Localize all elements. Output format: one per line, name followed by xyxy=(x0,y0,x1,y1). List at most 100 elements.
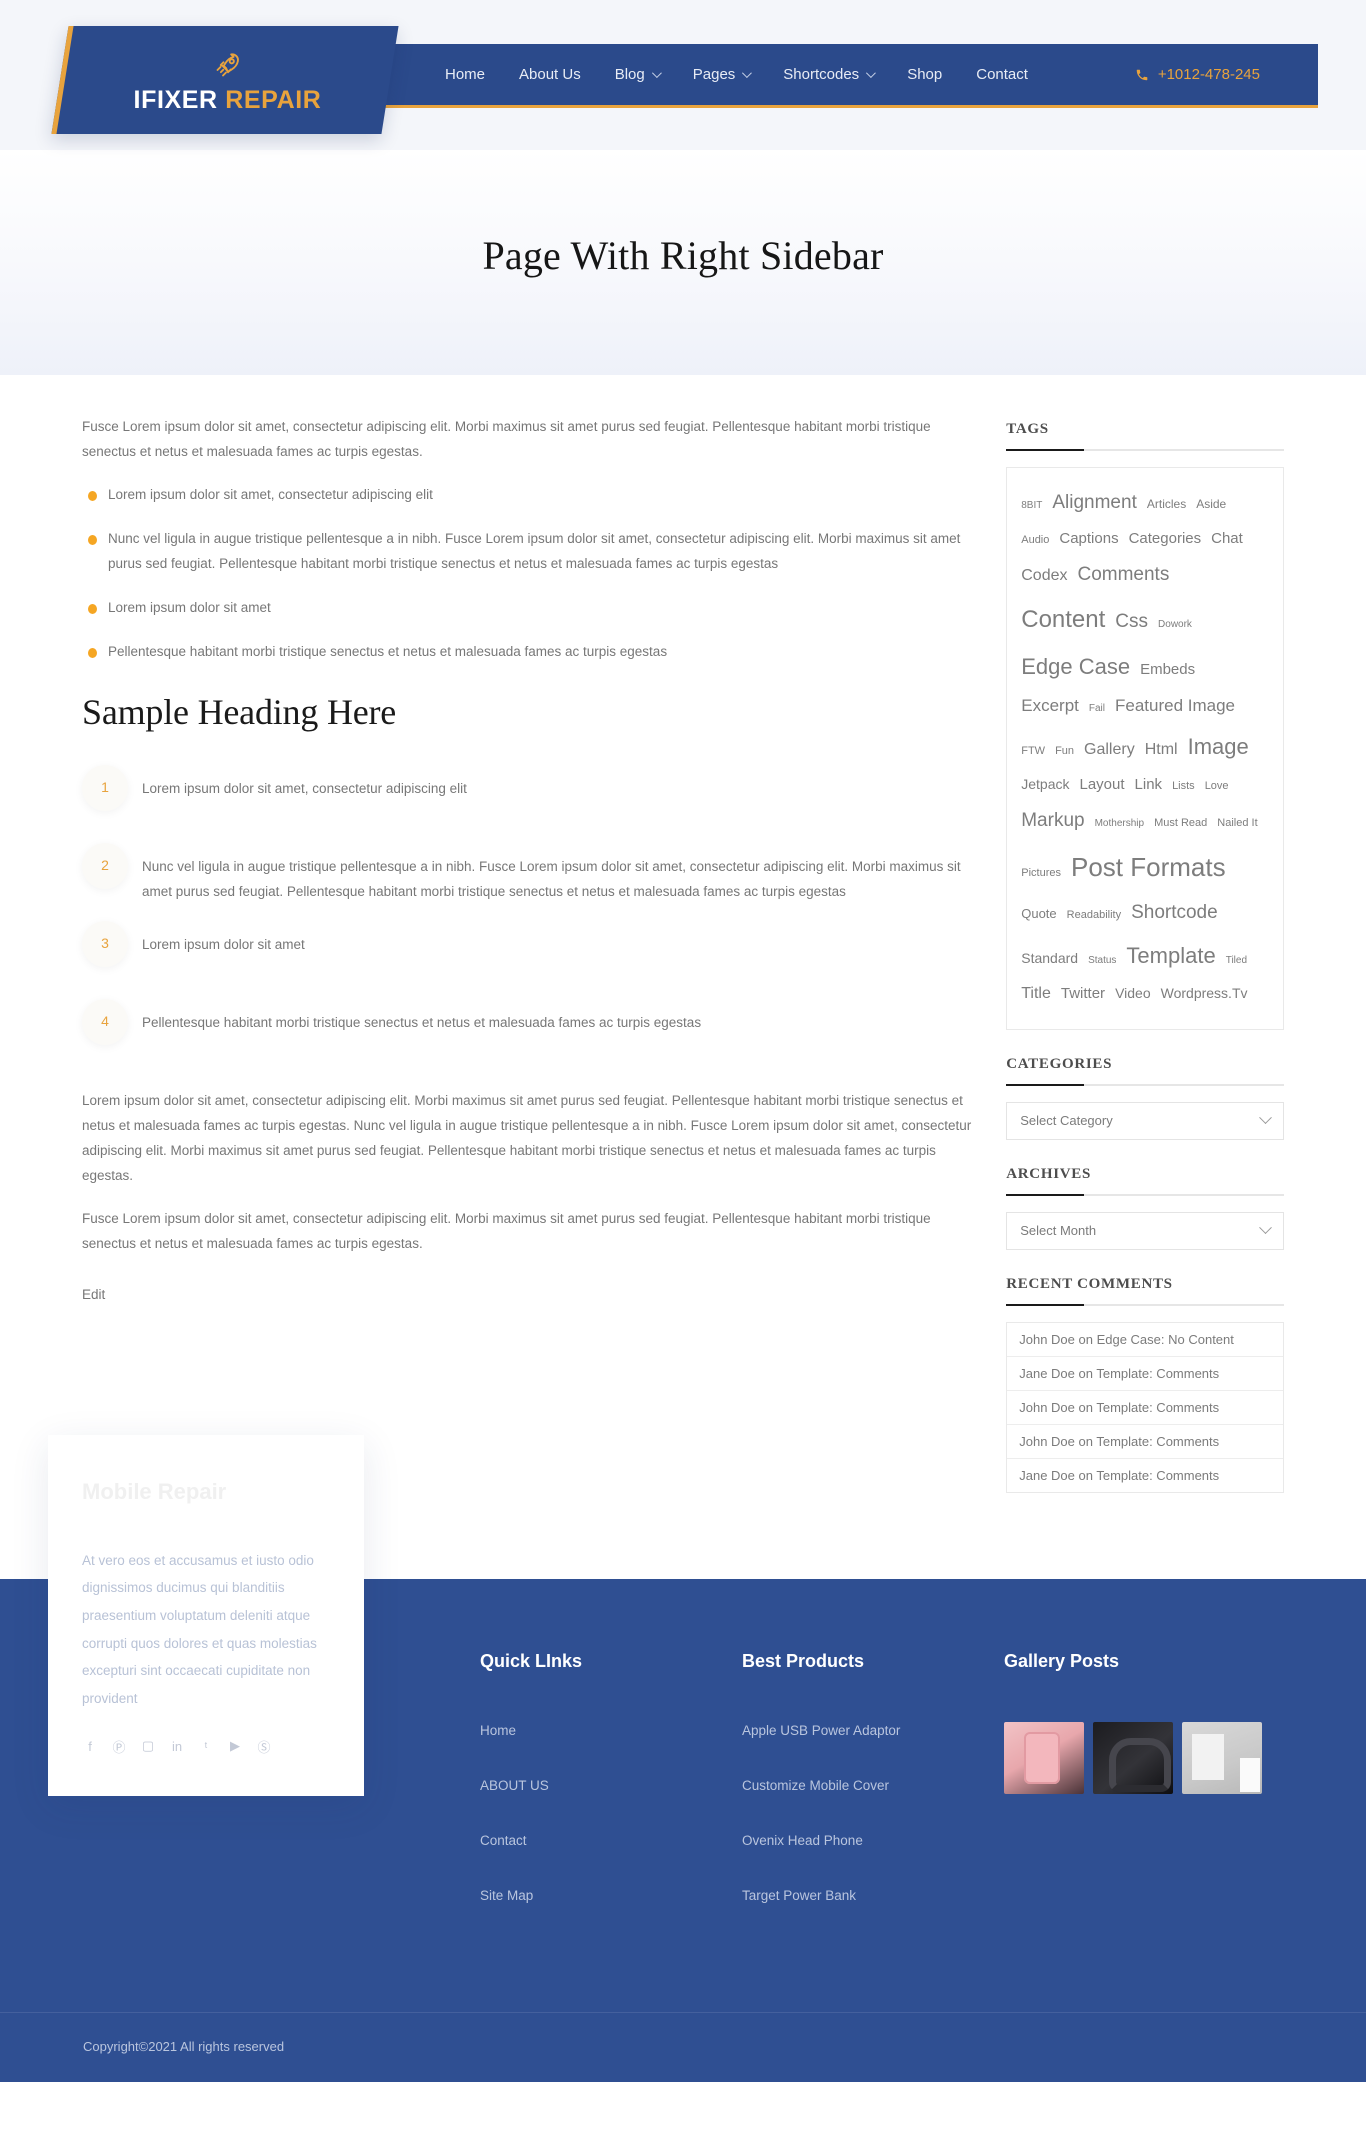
tag-link[interactable]: Audio xyxy=(1021,529,1049,552)
footer-gallery: Gallery Posts xyxy=(1004,1651,1304,1942)
facebook-icon[interactable]: f xyxy=(82,1739,98,1754)
list-item: Home xyxy=(480,1722,742,1740)
tag-link[interactable]: Template xyxy=(1126,933,1215,978)
tag-link[interactable]: Nailed It xyxy=(1217,812,1257,835)
twitter-icon[interactable]: ᵗ xyxy=(198,1739,214,1754)
list-item[interactable]: John Doe on Template: Comments xyxy=(1007,1425,1283,1459)
tag-link[interactable]: Content xyxy=(1021,595,1105,644)
nav-item-pages[interactable]: Pages xyxy=(676,66,767,83)
tag-link[interactable]: Codex xyxy=(1021,560,1067,593)
tag-link[interactable]: Love xyxy=(1205,775,1229,798)
widget-recent-comments: RECENT COMMENTS John Doe on Edge Case: N… xyxy=(1006,1276,1284,1493)
tag-link[interactable]: Lists xyxy=(1172,775,1195,798)
tag-link[interactable]: Twitter xyxy=(1061,979,1105,1010)
footer-link[interactable]: ABOUT US xyxy=(480,1778,549,1793)
footer-link[interactable]: Apple USB Power Adaptor xyxy=(742,1723,900,1738)
tag-link[interactable]: Edge Case xyxy=(1021,644,1130,689)
footer-link[interactable]: Customize Mobile Cover xyxy=(742,1778,889,1793)
tag-link[interactable]: Readability xyxy=(1067,904,1121,927)
footer-link[interactable]: Target Power Bank xyxy=(742,1888,856,1903)
tag-link[interactable]: 8BIT xyxy=(1021,496,1042,517)
tag-link[interactable]: Excerpt xyxy=(1021,689,1079,724)
tag-link[interactable]: Categories xyxy=(1129,524,1202,555)
tag-link[interactable]: Gallery xyxy=(1084,734,1135,767)
edit-link[interactable]: Edit xyxy=(82,1287,105,1302)
list-item[interactable]: John Doe on Edge Case: No Content xyxy=(1007,1323,1283,1357)
tag-link[interactable]: Standard xyxy=(1021,944,1078,973)
list-item: Site Map xyxy=(480,1887,742,1905)
tag-link[interactable]: Featured Image xyxy=(1115,689,1235,724)
tag-link[interactable]: Status xyxy=(1088,951,1116,972)
tag-link[interactable]: Fun xyxy=(1055,740,1074,763)
tag-link[interactable]: Shortcode xyxy=(1131,894,1218,933)
tag-link[interactable]: Aside xyxy=(1196,492,1226,517)
list-item[interactable]: Jane Doe on Template: Comments xyxy=(1007,1357,1283,1391)
category-select-value: Select Category xyxy=(1020,1113,1113,1129)
rocket-icon xyxy=(213,50,243,84)
tag-link[interactable]: Layout xyxy=(1079,770,1124,801)
tag-link[interactable]: Tiled xyxy=(1226,951,1247,972)
category-select[interactable]: Select Category xyxy=(1006,1101,1284,1140)
nav-item-shop[interactable]: Shop xyxy=(890,66,959,83)
tag-link[interactable]: Jetpack xyxy=(1021,770,1069,799)
nav-item-shortcodes[interactable]: Shortcodes xyxy=(766,66,890,83)
recent-comments-list: John Doe on Edge Case: No Content Jane D… xyxy=(1006,1321,1284,1493)
footer-link[interactable]: Site Map xyxy=(480,1888,533,1903)
nav-item-about-us[interactable]: About Us xyxy=(502,66,598,83)
white-charger-box-thumb[interactable] xyxy=(1182,1721,1262,1794)
nav-label: Contact xyxy=(976,66,1028,83)
footer-link[interactable]: Home xyxy=(480,1723,516,1738)
archive-select[interactable]: Select Month xyxy=(1006,1211,1284,1250)
widget-categories: CATEGORIES Select Category xyxy=(1006,1056,1284,1140)
tag-link[interactable]: Fail xyxy=(1089,699,1105,720)
list-number-badge: 4 xyxy=(82,998,128,1045)
tag-link[interactable]: Wordpress.Tv xyxy=(1161,979,1248,1008)
nav-item-home[interactable]: Home xyxy=(428,66,502,83)
tag-link[interactable]: Css xyxy=(1115,603,1148,642)
tag-link[interactable]: Mothership xyxy=(1095,814,1144,835)
footer-link[interactable]: Ovenix Head Phone xyxy=(742,1833,863,1848)
tag-link[interactable]: FTW xyxy=(1021,740,1045,763)
tag-link[interactable]: Must Read xyxy=(1154,812,1207,835)
youtube-icon[interactable]: ▶ xyxy=(227,1738,243,1754)
footer-column-title: Quick LInks xyxy=(480,1650,583,1671)
tag-link[interactable]: Markup xyxy=(1021,802,1084,841)
logo-text: IFIXER REPAIR xyxy=(134,86,322,115)
instagram-icon[interactable]: ▢ xyxy=(140,1738,156,1754)
tag-link[interactable]: Pictures xyxy=(1021,862,1061,885)
tag-link[interactable]: Alignment xyxy=(1052,484,1137,523)
page-title: Page With Right Sidebar xyxy=(482,233,884,278)
nav-label: Home xyxy=(445,66,486,83)
skype-icon[interactable]: Ⓢ xyxy=(256,1737,272,1756)
tag-link[interactable]: Post Formats xyxy=(1071,841,1226,894)
site-logo[interactable]: IFIXER REPAIR xyxy=(51,26,399,134)
tag-link[interactable]: Comments xyxy=(1077,556,1169,595)
nav-item-blog[interactable]: Blog xyxy=(598,66,676,83)
tag-link[interactable]: Title xyxy=(1021,978,1051,1011)
nav-label: Shortcodes xyxy=(783,66,860,83)
chevron-down-icon xyxy=(1259,1221,1272,1235)
tag-link[interactable]: Video xyxy=(1115,979,1151,1008)
linkedin-icon[interactable]: in xyxy=(169,1739,185,1754)
gallery-thumbnails xyxy=(1004,1721,1304,1794)
nav-menu: Home About Us Blog Pages Shortcodes Shop… xyxy=(428,66,1045,83)
pinterest-icon[interactable]: Ⓟ xyxy=(111,1737,127,1756)
content-shell: Fusce Lorem ipsum dolor sit amet, consec… xyxy=(48,375,1318,1519)
pink-phone-case-thumb[interactable] xyxy=(1004,1721,1084,1794)
tag-link[interactable]: Dowork xyxy=(1158,615,1192,636)
tag-link[interactable]: Html xyxy=(1145,734,1178,767)
tag-link[interactable]: Quote xyxy=(1021,901,1056,928)
tag-link[interactable]: Captions xyxy=(1059,524,1118,555)
list-item: Nunc vel ligula in augue tristique pelle… xyxy=(82,527,976,577)
tag-link[interactable]: Articles xyxy=(1147,492,1186,517)
black-headphones-thumb[interactable] xyxy=(1093,1721,1173,1794)
nav-item-contact[interactable]: Contact xyxy=(959,66,1045,83)
tag-link[interactable]: Image xyxy=(1188,724,1249,769)
tag-link[interactable]: Chat xyxy=(1211,524,1243,555)
tag-link[interactable]: Link xyxy=(1135,770,1163,801)
list-item[interactable]: Jane Doe on Template: Comments xyxy=(1007,1459,1283,1492)
footer-link[interactable]: Contact xyxy=(480,1833,527,1848)
header-phone[interactable]: +1012-478-245 xyxy=(1135,66,1260,83)
list-item[interactable]: John Doe on Template: Comments xyxy=(1007,1391,1283,1425)
tag-link[interactable]: Embeds xyxy=(1140,655,1195,686)
